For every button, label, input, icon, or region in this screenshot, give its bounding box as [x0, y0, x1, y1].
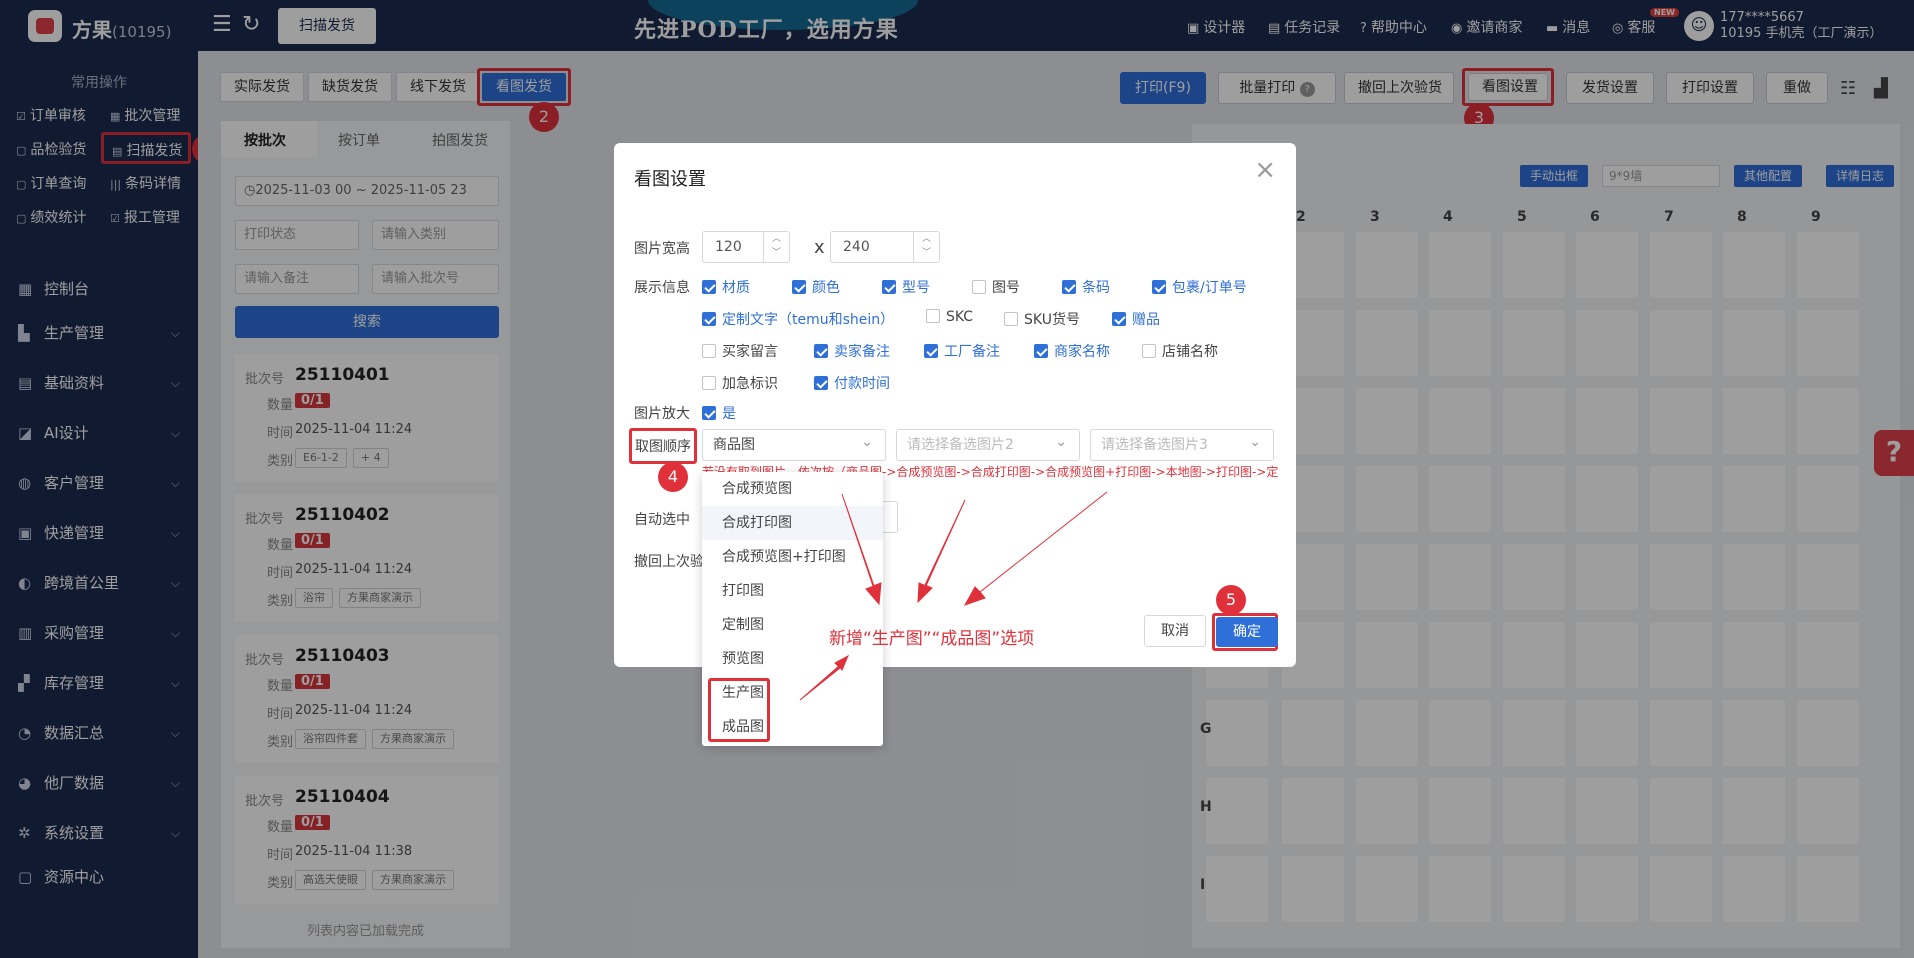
ok-button[interactable]: 确定 [1216, 617, 1278, 647]
order-first-select[interactable]: 商品图 [702, 427, 886, 461]
checkbox-label: 工厂备注 [944, 344, 1000, 360]
image-width-input[interactable]: 120 ︿ ﹀ [702, 231, 790, 263]
show-info-checkbox[interactable]: 图号 [972, 277, 1020, 297]
option-synth-print[interactable]: 合成打印图 [702, 506, 883, 540]
show-info-checkbox[interactable]: 条码 [1062, 277, 1110, 297]
checkbox-icon [1004, 312, 1018, 326]
show-info-checkbox[interactable]: 定制文字（temu和shein） [702, 309, 894, 329]
checkbox-icon [882, 280, 896, 294]
checkbox-label: 条码 [1082, 280, 1110, 296]
show-info-checkbox[interactable]: SKU货号 [1004, 309, 1080, 329]
stepper-icon[interactable]: ︿ ﹀ [913, 232, 939, 262]
auto-select-label: 自动选中 [634, 512, 690, 528]
zoom-label: 图片放大 [634, 406, 690, 422]
option-synth-preview[interactable]: 合成预览图 [702, 472, 883, 506]
show-info-checkbox[interactable]: 赠品 [1112, 309, 1160, 329]
checkbox-icon [792, 280, 806, 294]
show-info-checkbox[interactable]: 卖家备注 [814, 341, 890, 361]
checkbox-label: 颜色 [812, 280, 840, 296]
show-info-checkbox[interactable]: 加急标识 [702, 373, 778, 393]
show-info-label: 展示信息 [634, 280, 690, 296]
show-info-checkbox[interactable]: 颜色 [792, 277, 840, 297]
option-print-image[interactable]: 打印图 [702, 574, 883, 608]
checkbox-label: 卖家备注 [834, 344, 890, 360]
checkbox-icon [814, 376, 828, 390]
zoom-checkbox[interactable]: 是 [702, 403, 736, 423]
checkbox-icon [1034, 344, 1048, 358]
show-info-checkbox[interactable]: 材质 [702, 277, 750, 297]
checkbox-icon [924, 344, 938, 358]
show-info-checkbox[interactable]: 付款时间 [814, 373, 890, 393]
checkbox-icon [972, 280, 986, 294]
show-info-checkbox[interactable]: 店铺名称 [1142, 341, 1218, 361]
show-info-checkbox[interactable]: 包裹/订单号 [1152, 277, 1247, 297]
checkbox-icon [926, 309, 940, 323]
show-info-checkbox[interactable]: 商家名称 [1034, 341, 1110, 361]
checkbox-label: 付款时间 [834, 376, 890, 392]
checkbox-icon [1152, 280, 1166, 294]
checkbox-label: 店铺名称 [1162, 344, 1218, 360]
image-order-label: 取图顺序 [635, 439, 691, 455]
checkbox-label: 定制文字（temu和shein） [722, 312, 895, 328]
times-sign: x [814, 237, 825, 258]
show-info-checkbox[interactable]: 工厂备注 [924, 341, 1000, 361]
option-synth-preview-print[interactable]: 合成预览图+打印图 [702, 540, 883, 574]
checkbox-icon [1142, 344, 1156, 358]
show-info-checkbox[interactable]: 型号 [882, 277, 930, 297]
new-options-note: 新增“生产图”“成品图”选项 [829, 629, 1035, 649]
image-size-label: 图片宽高 [634, 241, 690, 257]
checkbox-label: 包裹/订单号 [1172, 280, 1247, 296]
checkbox-icon [1062, 280, 1076, 294]
order-second-select[interactable]: 请选择备选图片2 [896, 427, 1080, 461]
checkbox-label: SKU货号 [1024, 312, 1080, 328]
checkbox-icon [702, 312, 716, 326]
new-options-highlight [708, 678, 770, 742]
show-info-checkbox[interactable]: SKC [926, 309, 973, 325]
dialog-title: 看图设置 [634, 169, 706, 190]
checkbox-label: 商家名称 [1054, 344, 1110, 360]
step-4-marker: 4 [658, 462, 688, 492]
checkbox-icon [702, 376, 716, 390]
stepper-icon[interactable]: ︿ ﹀ [763, 232, 789, 262]
undo-last-label: 撤回上次验 [634, 554, 704, 570]
checkbox-icon [702, 280, 716, 294]
checkbox-label: 图号 [992, 280, 1020, 296]
checkbox-label: 买家留言 [722, 344, 778, 360]
checkbox-label: 材质 [722, 280, 750, 296]
step-5-marker: 5 [1216, 585, 1246, 615]
cancel-button[interactable]: 取消 [1144, 615, 1206, 647]
image-height-input[interactable]: 240 ︿ ﹀ [830, 231, 940, 263]
show-info-checkbox[interactable]: 买家留言 [702, 341, 778, 361]
checkbox-icon [702, 406, 716, 420]
checkbox-icon [702, 344, 716, 358]
checkbox-icon [814, 344, 828, 358]
close-icon[interactable]: × [1254, 155, 1276, 185]
checkbox-label: 型号 [902, 280, 930, 296]
checkbox-icon [1112, 312, 1126, 326]
checkbox-label: 赠品 [1132, 312, 1160, 328]
checkbox-label: SKC [946, 309, 974, 325]
image-type-dropdown: 合成预览图 合成打印图 合成预览图+打印图 打印图 定制图 预览图 生产图 成品… [702, 472, 883, 746]
order-third-select[interactable]: 请选择备选图片3 [1090, 427, 1274, 461]
checkbox-label: 加急标识 [722, 376, 778, 392]
